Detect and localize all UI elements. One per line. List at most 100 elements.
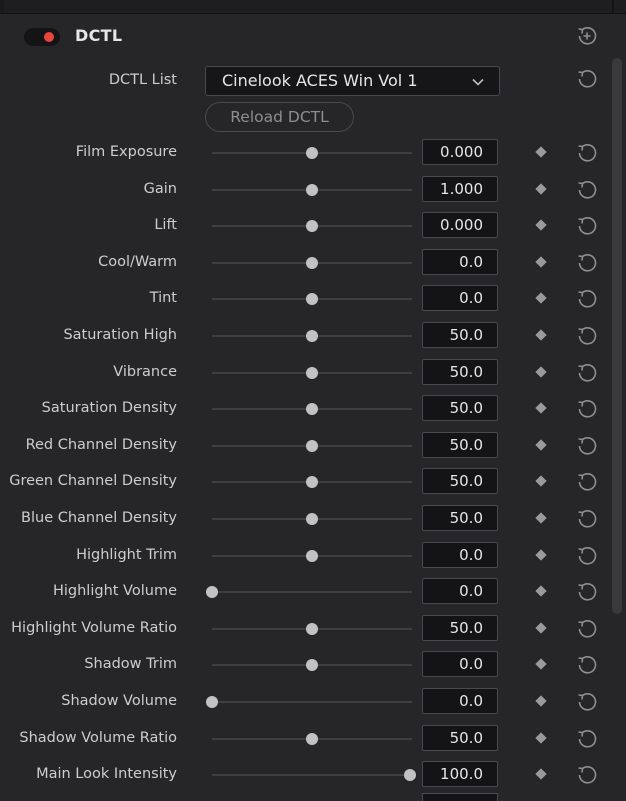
param-value-field[interactable]: 100.0 (422, 761, 498, 788)
scrollbar[interactable] (612, 58, 622, 614)
slider-knob[interactable] (306, 293, 318, 306)
keyframe-diamond-icon[interactable] (535, 731, 547, 744)
param-slider[interactable] (212, 541, 412, 571)
param-value-field[interactable]: 0.0 (422, 541, 498, 568)
param-slider[interactable] (212, 467, 412, 497)
reset-icon[interactable] (576, 728, 598, 750)
param-slider[interactable] (212, 248, 412, 278)
reset-icon[interactable] (576, 325, 598, 347)
reset-icon[interactable] (576, 142, 598, 164)
slider-knob[interactable] (306, 147, 318, 159)
param-value-field[interactable]: 0.0 (422, 578, 498, 605)
reset-icon[interactable] (576, 581, 598, 603)
reset-icon[interactable] (576, 471, 598, 493)
slider-knob[interactable] (306, 220, 318, 233)
slider-knob[interactable] (306, 732, 318, 745)
slider-knob[interactable] (306, 256, 318, 269)
param-value-field[interactable]: 50.0 (422, 395, 498, 422)
param-value-field[interactable]: 50.0 (422, 614, 498, 641)
param-slider[interactable] (212, 321, 412, 351)
slider-knob[interactable] (306, 439, 318, 452)
reset-icon[interactable] (576, 691, 598, 713)
param-row: Saturation High 50.0 (0, 321, 610, 351)
keyframe-diamond-icon[interactable] (535, 622, 547, 634)
keyframe-diamond-icon[interactable] (535, 695, 547, 707)
reset-icon[interactable] (576, 435, 598, 457)
param-value-field[interactable]: 0.000 (422, 139, 498, 165)
keyframe-diamond-icon[interactable] (535, 329, 547, 341)
keyframe-diamond-icon[interactable] (535, 402, 547, 414)
slider-knob[interactable] (306, 476, 318, 489)
reset-icon[interactable] (576, 288, 598, 310)
param-value-field[interactable]: 0.0 (422, 285, 498, 312)
dctl-enable-toggle[interactable] (24, 28, 60, 46)
param-slider[interactable] (212, 284, 412, 314)
keyframe-diamond-icon[interactable] (535, 585, 547, 597)
slider-knob[interactable] (306, 549, 318, 562)
param-value-field[interactable]: 50.0 (422, 358, 498, 385)
slider-knob[interactable] (306, 659, 318, 672)
keyframe-diamond-icon[interactable] (535, 256, 547, 268)
param-value-field[interactable]: 0.0 (422, 248, 498, 275)
param-slider[interactable] (212, 211, 412, 241)
reset-icon[interactable] (576, 398, 598, 420)
param-slider[interactable] (206, 577, 412, 607)
reset-icon[interactable] (576, 508, 598, 530)
param-value-field[interactable]: 1.000 (422, 175, 498, 202)
keyframe-diamond-icon[interactable] (535, 146, 547, 158)
slider-knob[interactable] (306, 183, 318, 196)
keyframe-diamond-icon[interactable] (535, 512, 547, 524)
keyframe-diamond-icon[interactable] (535, 292, 547, 305)
param-slider[interactable] (212, 138, 412, 168)
reset-all-icon[interactable] (576, 25, 598, 47)
reset-icon[interactable] (576, 68, 598, 90)
param-row: Shadow Volume 0.0 (0, 687, 610, 717)
keyframe-diamond-icon[interactable] (535, 658, 547, 671)
param-slider[interactable] (212, 358, 412, 388)
param-value-field[interactable]: 0.000 (422, 212, 498, 239)
keyframe-diamond-icon[interactable] (535, 475, 547, 488)
reset-icon[interactable] (576, 362, 598, 384)
param-slider[interactable] (212, 760, 416, 790)
param-slider[interactable] (212, 650, 412, 680)
slider-knob[interactable] (206, 696, 218, 708)
param-value-field[interactable]: 50.0 (422, 322, 498, 348)
reset-icon[interactable] (576, 215, 598, 237)
keyframe-diamond-icon[interactable] (535, 365, 547, 378)
param-slider[interactable] (212, 431, 412, 461)
param-slider[interactable] (212, 394, 412, 424)
param-slider[interactable] (206, 687, 412, 717)
reset-icon[interactable] (576, 179, 598, 201)
keyframe-diamond-icon[interactable] (535, 439, 547, 451)
param-value-field[interactable]: 50.0 (422, 431, 498, 458)
param-slider[interactable] (212, 504, 412, 534)
reset-icon[interactable] (576, 654, 598, 676)
slider-knob[interactable] (306, 513, 318, 525)
param-value-field[interactable]: 50.0 (422, 468, 498, 495)
param-row: Highlight Volume 0.0 (0, 577, 610, 607)
slider-knob[interactable] (306, 622, 318, 635)
slider-knob[interactable] (404, 769, 416, 782)
keyframe-diamond-icon[interactable] (535, 768, 547, 780)
param-value-field[interactable]: 50.0 (422, 724, 498, 751)
dctl-list-dropdown[interactable]: Cinelook ACES Win Vol 1 (205, 66, 500, 96)
reset-icon[interactable] (576, 764, 598, 786)
param-slider[interactable] (212, 175, 412, 205)
keyframe-diamond-icon[interactable] (535, 548, 547, 561)
param-value-field[interactable]: 0.0 (422, 651, 498, 678)
reset-icon[interactable] (576, 618, 598, 640)
reset-icon[interactable] (576, 545, 598, 567)
slider-knob[interactable] (306, 330, 318, 342)
param-slider[interactable] (212, 614, 412, 644)
param-value-field[interactable]: 50.0 (422, 505, 498, 531)
reset-icon[interactable] (576, 252, 598, 274)
keyframe-diamond-icon[interactable] (535, 182, 547, 195)
param-value-field[interactable]: 0.0 (422, 688, 498, 714)
slider-knob[interactable] (306, 403, 318, 416)
param-row: Red Channel Density 50.0 (0, 431, 610, 461)
slider-knob[interactable] (206, 586, 218, 599)
param-slider[interactable] (212, 724, 412, 754)
slider-knob[interactable] (306, 366, 318, 379)
keyframe-diamond-icon[interactable] (535, 219, 547, 231)
reload-dctl-button[interactable]: Reload DCTL (205, 102, 354, 132)
